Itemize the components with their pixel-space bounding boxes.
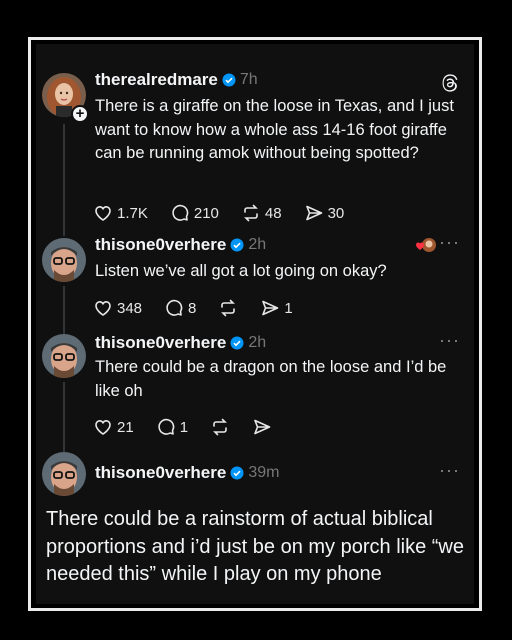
reply-icon xyxy=(172,204,189,221)
share-button[interactable]: 30 xyxy=(304,203,345,223)
more-icon[interactable]: ··· xyxy=(439,460,460,481)
repost-icon xyxy=(221,299,236,317)
reply-count: 8 xyxy=(188,299,197,317)
post-header: therealredmare 7h xyxy=(95,69,258,91)
avatar[interactable] xyxy=(42,238,86,282)
reply-button[interactable]: 8 xyxy=(164,298,196,318)
username[interactable]: thisone0verhere xyxy=(95,235,226,255)
username[interactable]: thisone0verhere xyxy=(95,463,226,483)
reply-count: 1 xyxy=(179,418,189,436)
post-header: thisone0verhere 2h xyxy=(95,332,266,354)
share-button[interactable] xyxy=(252,417,272,437)
post-4: thisone0verhere 39m ··· There could be a… xyxy=(36,450,474,604)
share-count: 30 xyxy=(327,204,345,222)
verified-icon xyxy=(230,238,244,252)
like-button[interactable]: 1.7K xyxy=(93,203,148,223)
post-text: Listen we’ve all got a lot going on okay… xyxy=(95,262,387,280)
repost-button[interactable]: 48 xyxy=(241,203,282,223)
repost-button[interactable] xyxy=(210,417,230,437)
avatar[interactable] xyxy=(42,452,86,496)
like-count: 348 xyxy=(117,299,143,317)
more-icon[interactable]: ··· xyxy=(439,330,460,351)
reply-button[interactable]: 1 xyxy=(156,417,188,437)
more-icon[interactable]: ··· xyxy=(439,232,460,253)
verified-icon xyxy=(230,336,244,350)
post-text: There could be a dragon on the loose and… xyxy=(95,358,447,400)
heart-icon xyxy=(95,419,111,435)
post-text: There could be a rainstorm of actual bib… xyxy=(46,508,464,585)
action-bar: 21 1 xyxy=(93,416,294,438)
username[interactable]: therealredmare xyxy=(95,70,218,90)
thread-line xyxy=(63,382,65,452)
timestamp: 7h xyxy=(239,71,258,88)
post-text: There is a giraffe on the loose in Texas… xyxy=(95,97,454,162)
post-header: thisone0verhere 2h xyxy=(95,234,266,256)
share-count: 1 xyxy=(284,299,293,317)
heart-icon xyxy=(95,205,111,221)
like-count: 21 xyxy=(117,418,134,436)
timestamp: 2h xyxy=(248,236,267,253)
action-bar: 1.7K 210 48 30 xyxy=(93,202,366,224)
repost-icon xyxy=(213,418,227,436)
follow-plus-icon[interactable]: + xyxy=(71,105,89,123)
liked-by-author-icon xyxy=(416,238,436,252)
avatar[interactable] xyxy=(42,334,86,378)
post-3: thisone0verhere 2h ··· There could be a … xyxy=(36,330,474,452)
username[interactable]: thisone0verhere xyxy=(95,333,226,353)
verified-icon xyxy=(230,466,244,480)
repost-icon xyxy=(243,204,258,222)
thread-line xyxy=(63,286,65,334)
timestamp: 2h xyxy=(248,334,267,351)
like-button[interactable]: 348 xyxy=(93,298,142,318)
repost-button[interactable] xyxy=(218,298,238,318)
like-count: 1.7K xyxy=(117,204,148,222)
post-2: thisone0verhere 2h ··· Listen we’ve all … xyxy=(36,232,474,334)
action-bar: 348 8 1 xyxy=(93,297,315,319)
thread-line xyxy=(63,124,65,236)
post-header: thisone0verhere 39m xyxy=(95,462,279,484)
reply-count: 210 xyxy=(193,204,219,222)
timestamp: 39m xyxy=(248,464,280,481)
like-button[interactable]: 21 xyxy=(93,417,134,437)
post-1: + therealredmare 7h There is a giraffe o… xyxy=(36,44,474,236)
share-icon xyxy=(254,419,271,435)
verified-icon xyxy=(222,73,236,87)
share-icon xyxy=(262,300,279,316)
repost-count: 48 xyxy=(264,204,282,222)
thread-card: + therealredmare 7h There is a giraffe o… xyxy=(36,44,474,604)
reply-icon xyxy=(166,299,183,316)
heart-icon xyxy=(95,300,111,316)
reply-icon xyxy=(158,418,174,435)
reply-button[interactable]: 210 xyxy=(170,203,219,223)
share-icon xyxy=(305,205,322,221)
share-button[interactable]: 1 xyxy=(260,298,293,318)
